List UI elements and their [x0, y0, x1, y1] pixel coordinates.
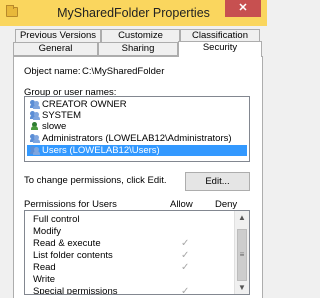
permissions-list: Full control Modify Read & execute ✓ Lis…: [24, 210, 250, 295]
permissions-header: Permissions for Users: [24, 199, 117, 210]
grip-icon: ≡: [239, 250, 245, 259]
title-bar: MySharedFolder Properties ✕: [0, 0, 267, 26]
list-item-label: CREATOR OWNER: [42, 99, 127, 110]
scroll-down-icon[interactable]: ▼: [235, 282, 249, 294]
permission-label: Special permissions: [33, 286, 118, 295]
users-icon: [30, 146, 40, 155]
tab-security[interactable]: Security: [178, 41, 262, 57]
permission-row: Special permissions ✓: [33, 285, 233, 295]
list-item[interactable]: CREATOR OWNER: [27, 99, 247, 110]
tab-general[interactable]: General: [13, 42, 98, 56]
edit-button[interactable]: Edit...: [185, 172, 250, 191]
close-button[interactable]: ✕: [225, 0, 261, 17]
list-item-label: Users (LOWELAB12\Users): [42, 145, 160, 156]
group-user-list[interactable]: CREATOR OWNER SYSTEM slowe Administrator…: [24, 96, 250, 162]
scroll-up-icon[interactable]: ▲: [235, 212, 249, 224]
users-icon: [30, 100, 40, 109]
user-icon: [30, 122, 40, 131]
permissions-scrollbar[interactable]: ▲ ≡ ▼: [234, 211, 249, 294]
users-icon: [30, 111, 40, 120]
allow-check-icon: ✓: [181, 286, 190, 295]
tab-sharing[interactable]: Sharing: [98, 42, 178, 56]
deny-column-header: Deny: [215, 199, 238, 210]
change-permissions-text: To change permissions, click Edit.: [24, 175, 167, 186]
list-item-label: slowe: [42, 121, 67, 132]
list-item-selected[interactable]: Users (LOWELAB12\Users): [27, 145, 247, 156]
permission-label: Full control: [33, 214, 80, 225]
list-item[interactable]: slowe: [27, 121, 247, 132]
permission-label: Read: [33, 262, 56, 273]
allow-column-header: Allow: [170, 199, 193, 210]
object-name-value: C:\MySharedFolder: [82, 66, 165, 77]
list-item-label: SYSTEM: [42, 110, 82, 121]
permission-label: Read & execute: [33, 238, 101, 249]
list-item-label: Administrators (LOWELAB12\Administrators…: [42, 133, 232, 144]
list-item[interactable]: SYSTEM: [27, 110, 247, 121]
users-icon: [30, 134, 40, 143]
tab-previous-versions[interactable]: Previous Versions: [15, 29, 101, 43]
list-item[interactable]: Administrators (LOWELAB12\Administrators…: [27, 133, 247, 144]
permission-label: Write: [33, 274, 55, 285]
object-name-label: Object name:: [24, 66, 81, 77]
permission-label: List folder contents: [33, 250, 113, 261]
permission-label: Modify: [33, 226, 61, 237]
tab-customize[interactable]: Customize: [101, 29, 180, 43]
